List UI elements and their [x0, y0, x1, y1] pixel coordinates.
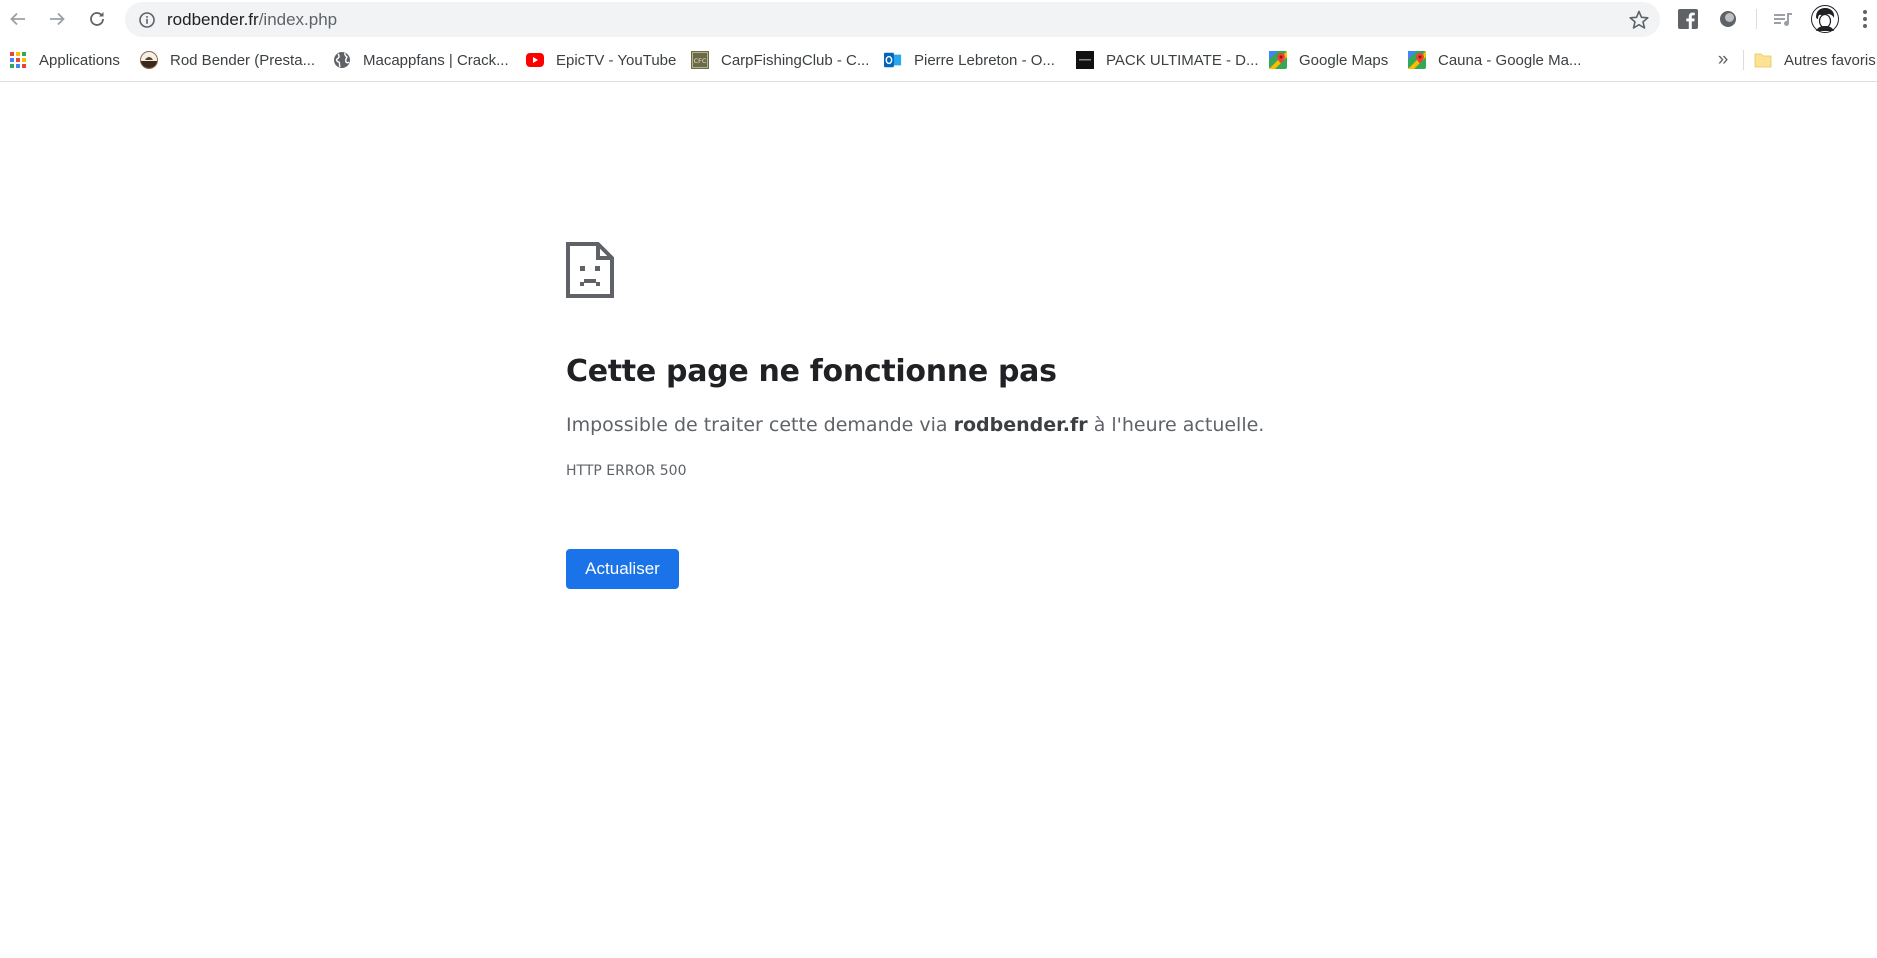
bookmark-rod-bender[interactable]: Rod Bender (Presta... — [140, 39, 315, 81]
menu-dots-icon — [1863, 10, 1867, 28]
avatar-icon — [1811, 5, 1839, 33]
media-queue-button[interactable] — [1771, 7, 1795, 31]
bookmarks-overflow-button[interactable]: » — [1714, 39, 1732, 81]
toolbar-separator — [1756, 9, 1757, 29]
bookmark-pack-ultimate[interactable]: PACK ULTIMATE - D... — [1076, 39, 1259, 81]
bookmark-macappfans[interactable]: Macappfans | Crack... — [333, 39, 509, 81]
address-bar[interactable]: rodbender.fr/index.php — [125, 2, 1660, 37]
arrow-right-icon — [50, 12, 65, 26]
reload-icon — [90, 12, 104, 26]
bookmark-applications[interactable]: Applications — [9, 39, 120, 81]
cfc-icon: CFC — [691, 51, 709, 69]
bookmarks-bar: Applications Rod Bender (Presta... Macap… — [0, 39, 1877, 82]
arrow-left-icon — [10, 12, 25, 26]
bookmark-epictv[interactable]: EpicTV - YouTube — [526, 39, 676, 81]
bookmark-google-maps[interactable]: Google Maps — [1269, 39, 1388, 81]
google-maps-icon — [1269, 51, 1287, 69]
error-desc-before: Impossible de traiter cette demande via — [566, 414, 954, 436]
apps-grid-icon — [9, 51, 27, 69]
pack-ultimate-icon — [1076, 51, 1094, 69]
outlook-icon — [884, 51, 902, 69]
url-path: /index.php — [258, 10, 338, 29]
folder-icon — [1754, 51, 1772, 69]
bookmark-label: Applications — [39, 51, 120, 69]
svg-text:CFC: CFC — [694, 57, 707, 65]
bookmark-label: Pierre Lebreton - O... — [914, 51, 1055, 69]
error-desc-after: à l'heure actuelle. — [1087, 414, 1265, 436]
bookmark-label: Google Maps — [1299, 51, 1389, 69]
bookmark-label: Cauna - Google Ma... — [1438, 51, 1582, 69]
sad-page-icon — [566, 242, 614, 298]
facebook-icon — [1678, 9, 1698, 29]
reload-button[interactable] — [82, 4, 112, 34]
bookmark-pierre-lebreton[interactable]: Pierre Lebreton - O... — [884, 39, 1055, 81]
forward-button[interactable] — [42, 4, 72, 34]
bookmark-label: Autres favoris — [1784, 51, 1876, 69]
bookmark-carpfishingclub[interactable]: CFC CarpFishingClub - C... — [691, 39, 869, 81]
error-code: HTTP ERROR 500 — [566, 463, 687, 479]
url-text[interactable]: rodbender.fr/index.php — [167, 10, 337, 30]
error-description: Impossible de traiter cette demande via … — [566, 414, 1264, 436]
reload-page-button[interactable]: Actualiser — [566, 549, 679, 589]
bookmark-label: Macappfans | Crack... — [363, 51, 509, 69]
bookmark-label: CarpFishingClub - C... — [721, 51, 870, 69]
url-host: rodbender.fr — [167, 10, 259, 29]
error-desc-host: rodbender.fr — [953, 414, 1088, 436]
globe-icon — [333, 51, 351, 69]
bookmark-label: PACK ULTIMATE - D... — [1106, 51, 1259, 69]
error-title: Cette page ne fonctionne pas — [566, 354, 1057, 389]
profile-avatar[interactable] — [1811, 5, 1839, 33]
bookmark-label: EpicTV - YouTube — [556, 51, 677, 69]
circle-extension-icon — [1720, 11, 1736, 27]
google-maps-icon — [1408, 51, 1426, 69]
bookmarks-separator — [1743, 50, 1744, 70]
menu-button[interactable] — [1857, 7, 1873, 31]
facebook-extension[interactable] — [1676, 7, 1700, 31]
bookmark-other-folder[interactable]: Autres favoris — [1754, 39, 1876, 81]
browser-toolbar: rodbender.fr/index.php — [0, 0, 1877, 39]
back-button[interactable] — [3, 4, 33, 34]
bookmark-label: Rod Bender (Presta... — [170, 51, 316, 69]
circle-extension[interactable] — [1716, 7, 1740, 31]
media-queue-icon — [1774, 13, 1792, 26]
bookmark-cauna-maps[interactable]: Cauna - Google Ma... — [1408, 39, 1581, 81]
rod-bender-icon — [140, 51, 158, 69]
error-page: Cette page ne fonctionne pas Impossible … — [0, 82, 1877, 958]
info-icon[interactable] — [138, 11, 156, 29]
youtube-icon — [526, 51, 544, 69]
bookmark-star-icon[interactable] — [1628, 9, 1650, 31]
